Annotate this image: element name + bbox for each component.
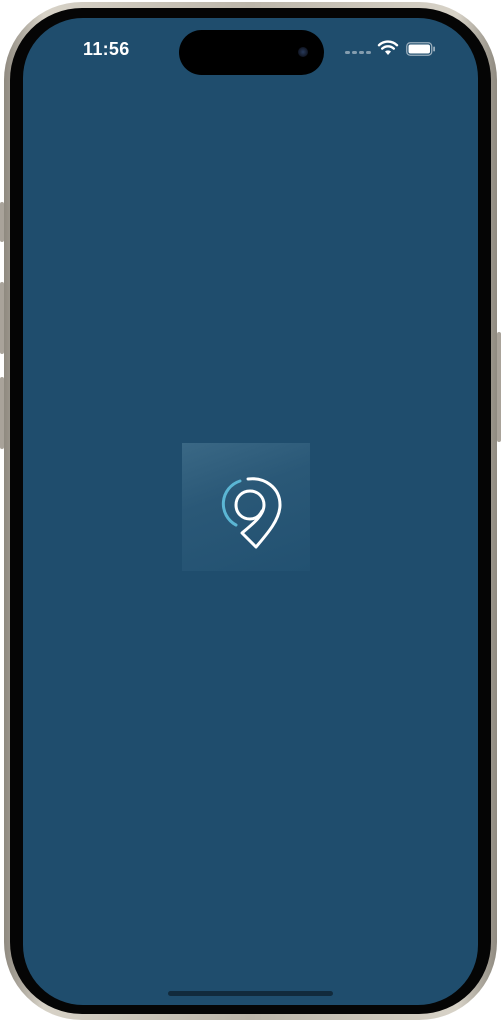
home-indicator[interactable] [168,991,333,996]
splash-logo [182,443,310,571]
wifi-icon [377,40,399,55]
front-camera [298,47,308,57]
dynamic-island [179,30,324,75]
action-button [0,202,4,242]
app-screen: 11:56 [23,18,478,1005]
map-pin-logo-icon [221,477,282,549]
battery-icon [406,42,435,56]
volume-up-button [0,282,4,354]
status-time: 11:56 [83,39,130,59]
power-button [497,332,501,442]
cellular-signal-icon [345,51,371,54]
volume-down-button [0,377,4,449]
